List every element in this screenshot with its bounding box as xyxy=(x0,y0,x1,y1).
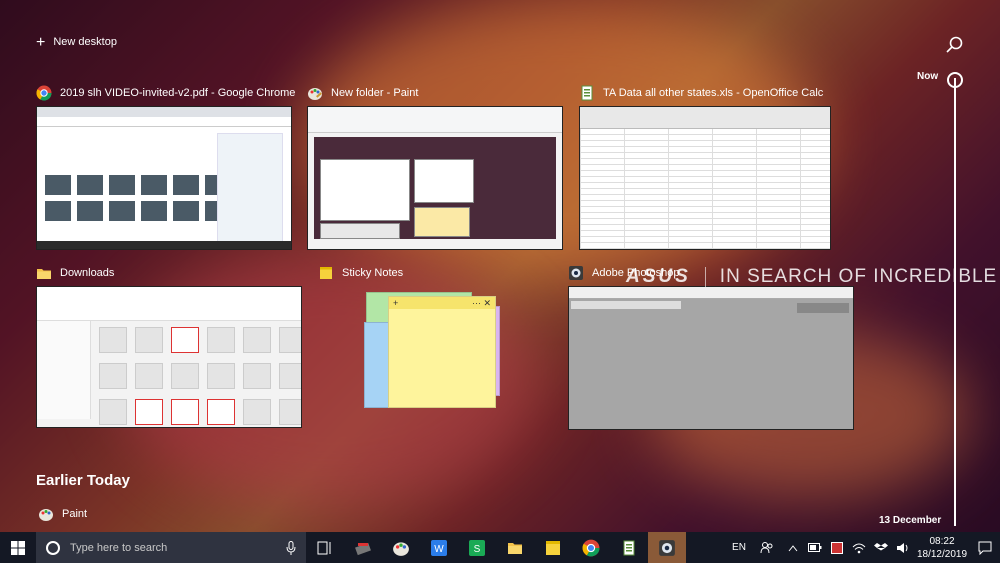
taskbar-paint[interactable] xyxy=(382,532,420,563)
wps-spreadsheet-icon: S xyxy=(469,539,485,556)
taskbar-chrome[interactable] xyxy=(572,532,610,563)
file-explorer-icon xyxy=(508,542,522,554)
timeline-now-label: Now xyxy=(917,71,939,82)
photoshop-icon xyxy=(569,266,583,280)
app-icon xyxy=(355,542,371,555)
taskbar-photoshop[interactable] xyxy=(648,532,686,563)
brand-logo: ASUS xyxy=(626,266,691,287)
microphone-icon[interactable] xyxy=(286,540,296,555)
window-thumbnail[interactable] xyxy=(579,106,831,250)
taskbar-clock[interactable]: 08:22 18/12/2019 xyxy=(914,535,970,561)
plus-icon: + xyxy=(36,33,46,51)
clock-date: 18/12/2019 xyxy=(916,548,968,560)
taskbar-app[interactable] xyxy=(344,532,382,563)
wifi-button[interactable] xyxy=(848,532,870,563)
window-chrome[interactable]: 2019 slh VIDEO-invited-v2.pdf - Google C… xyxy=(36,84,296,250)
wallpaper-brand: ASUS IN SEARCH OF INCREDIBLE xyxy=(626,266,997,288)
timeline-scrollbar[interactable] xyxy=(954,78,956,526)
brand-separator xyxy=(704,267,706,287)
paint-icon xyxy=(393,541,409,556)
window-thumbnail[interactable] xyxy=(36,106,292,250)
activity-item-paint[interactable]: Paint xyxy=(38,506,87,522)
taskbar-openoffice-calc[interactable] xyxy=(610,532,648,563)
chrome-icon xyxy=(582,539,600,556)
new-desktop-button[interactable]: + New desktop xyxy=(36,33,117,51)
clock-time: 08:22 xyxy=(929,535,955,547)
new-desktop-label: New desktop xyxy=(53,36,117,48)
window-title: New folder - Paint xyxy=(331,87,419,99)
window-thumbnail[interactable] xyxy=(307,106,563,250)
battery-button[interactable] xyxy=(804,532,826,563)
openoffice-calc-icon xyxy=(581,85,593,101)
people-icon xyxy=(760,541,773,553)
window-thumbnail[interactable]: + ··· ✕ xyxy=(318,286,518,416)
window-thumbnail[interactable] xyxy=(36,286,302,428)
taskbar-wps-writer[interactable]: W xyxy=(420,532,458,563)
language-indicator[interactable]: EN xyxy=(726,542,752,553)
timeline-date-label: 13 December xyxy=(879,515,942,526)
svg-text:W: W xyxy=(434,544,444,555)
sticky-notes-icon xyxy=(546,540,560,555)
window-downloads[interactable]: Downloads xyxy=(36,264,302,428)
windows-logo-icon xyxy=(11,540,25,555)
folder-icon xyxy=(37,269,51,279)
notification-icon xyxy=(978,541,992,555)
svg-text:S: S xyxy=(474,544,481,555)
action-center-button[interactable] xyxy=(970,532,1000,563)
cortana-icon xyxy=(46,540,60,555)
people-button[interactable] xyxy=(752,532,782,563)
activity-title: Paint xyxy=(62,508,88,520)
search-icon[interactable] xyxy=(946,36,964,54)
volume-button[interactable] xyxy=(892,532,914,563)
window-title: Downloads xyxy=(60,267,115,279)
window-paint[interactable]: New folder - Paint xyxy=(307,84,563,250)
battery-icon xyxy=(808,543,822,552)
task-view-button[interactable] xyxy=(306,532,344,563)
taskbar-wps-spreadsheet[interactable]: S xyxy=(458,532,496,563)
openoffice-calc-icon xyxy=(623,540,635,555)
start-button[interactable] xyxy=(0,532,36,563)
window-title: 2019 slh VIDEO-invited-v2.pdf - Google C… xyxy=(60,87,296,99)
chrome-icon xyxy=(36,85,52,101)
earlier-today-heading: Earlier Today xyxy=(36,472,130,489)
window-title: TA Data all other states.xls - OpenOffic… xyxy=(603,87,824,99)
show-hidden-icons-button[interactable] xyxy=(782,532,804,563)
window-thumbnail[interactable] xyxy=(568,286,854,430)
volume-icon xyxy=(897,542,908,553)
taskbar: W S EN xyxy=(0,532,1000,563)
tray-app-button[interactable] xyxy=(826,532,848,563)
tray-app-icon xyxy=(831,541,843,554)
timeline-handle[interactable] xyxy=(947,72,963,88)
window-calc[interactable]: TA Data all other states.xls - OpenOffic… xyxy=(579,84,831,250)
system-tray: EN 08:22 18/12/2019 xyxy=(726,532,1000,563)
wps-writer-icon: W xyxy=(431,539,447,556)
dropbox-icon xyxy=(874,542,888,550)
photoshop-icon xyxy=(659,539,675,556)
taskbar-sticky-notes[interactable] xyxy=(534,532,572,563)
wifi-icon xyxy=(852,543,866,553)
chevron-up-icon xyxy=(788,544,798,551)
sticky-notes-icon xyxy=(320,267,332,279)
taskbar-search-box[interactable] xyxy=(36,532,306,563)
paint-icon xyxy=(39,509,53,521)
window-sticky-notes[interactable]: Sticky Notes + ··· ✕ xyxy=(318,264,500,408)
task-view-icon xyxy=(317,541,331,554)
dropbox-button[interactable] xyxy=(870,532,892,563)
paint-icon xyxy=(308,88,322,100)
taskbar-search-input[interactable] xyxy=(70,541,276,554)
window-title: Sticky Notes xyxy=(342,267,404,279)
taskbar-file-explorer[interactable] xyxy=(496,532,534,563)
